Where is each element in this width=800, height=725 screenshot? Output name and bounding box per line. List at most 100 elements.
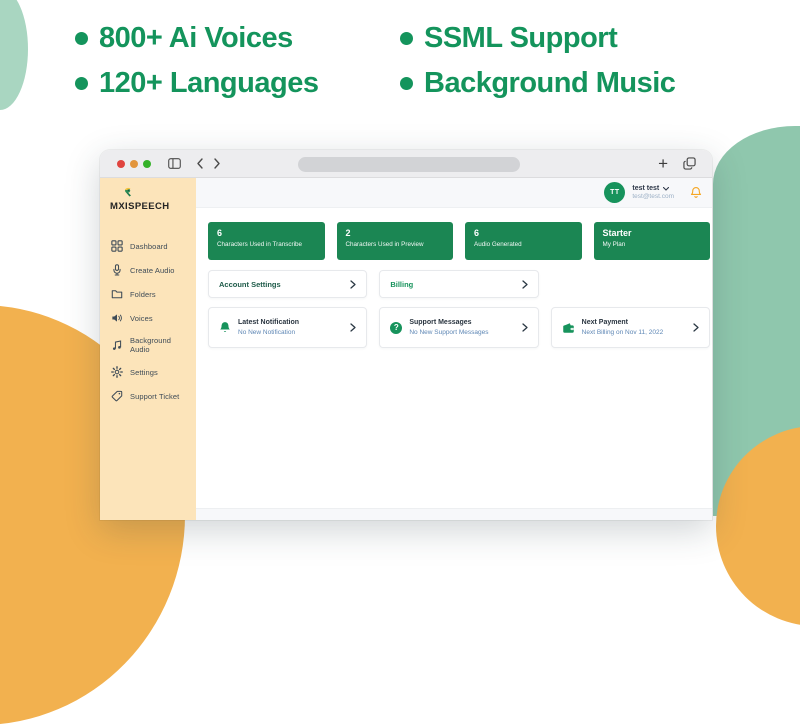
tab-overview-icon[interactable]	[683, 157, 696, 170]
sidebar-item-settings[interactable]: Settings	[100, 360, 196, 384]
chevron-right-icon	[350, 323, 356, 332]
content-bottom-strip	[196, 508, 712, 520]
stat-value: 6	[217, 228, 223, 238]
dashboard-content: 6 Characters Used in Transcribe 2 Charac…	[196, 208, 712, 520]
logo-text: MXISPEECH	[110, 201, 170, 212]
hero-feature: 120+ Languages	[75, 67, 400, 100]
user-menu[interactable]: test test test@test.com	[632, 185, 674, 200]
close-window-icon[interactable]	[117, 159, 125, 168]
sidebar-item-create-audio[interactable]: Create Audio	[100, 258, 196, 282]
chevron-right-icon	[350, 279, 356, 289]
sidebar-item-label: Folders	[130, 289, 156, 299]
forward-icon[interactable]	[213, 158, 221, 169]
quick-card-label: Billing	[390, 279, 414, 289]
avatar[interactable]: TT	[604, 182, 626, 203]
bullet-icon	[75, 32, 88, 45]
latest-notification-card[interactable]: Latest Notification No New Notification	[208, 307, 368, 348]
sidebar-item-label: Voices	[130, 313, 153, 323]
bullet-icon	[75, 77, 88, 90]
billing-card[interactable]: Billing	[379, 270, 539, 298]
stat-value: 2	[345, 228, 351, 238]
tag-icon	[111, 390, 123, 402]
user-email: test@test.com	[632, 193, 674, 200]
sidebar-toggle-icon[interactable]	[168, 158, 181, 169]
info-card-title: Support Messages	[409, 319, 472, 326]
stat-value: Starter	[602, 228, 632, 238]
microphone-icon	[111, 264, 123, 276]
sidebar-item-dashboard[interactable]: Dashboard	[100, 234, 196, 258]
music-note-icon	[111, 339, 123, 351]
minimize-window-icon[interactable]	[130, 159, 138, 168]
stats-row: 6 Characters Used in Transcribe 2 Charac…	[208, 222, 710, 260]
sidebar-item-support-ticket[interactable]: Support Ticket	[100, 384, 196, 408]
stat-label: Characters Used in Preview	[345, 241, 424, 248]
sidebar-item-label: Settings	[130, 367, 158, 377]
hero-feature-label: SSML Support	[424, 22, 618, 54]
stat-card-audio-generated[interactable]: 6 Audio Generated	[465, 222, 582, 260]
stat-label: Characters Used in Transcribe	[217, 241, 303, 248]
chevron-right-icon	[693, 323, 699, 332]
browser-window: + MXISPEECH Dashboard Create Audio Folde…	[100, 150, 712, 520]
traffic-lights	[117, 159, 151, 168]
hero-feature-list: 800+ Ai Voices SSML Support 120+ Languag…	[75, 22, 676, 100]
sidebar-menu: Dashboard Create Audio Folders Voices Ba…	[100, 234, 196, 408]
sidebar: MXISPEECH Dashboard Create Audio Folders…	[100, 178, 196, 520]
marketing-screenshot: { "hero": { "features": [ "800+ Ai Voice…	[0, 0, 800, 725]
mascot-icon	[122, 186, 135, 199]
sidebar-item-label: Background Audio	[130, 336, 172, 354]
hero-feature: 800+ Ai Voices	[75, 22, 400, 55]
hero-feature: SSML Support	[400, 22, 675, 55]
hero-feature-label: 800+ Ai Voices	[99, 22, 293, 54]
next-payment-card[interactable]: Next Payment Next Billing on Nov 11, 202…	[550, 307, 710, 348]
back-icon[interactable]	[196, 158, 204, 169]
hero-feature: Background Music	[400, 67, 676, 100]
wallet-icon	[562, 322, 575, 334]
stat-value: 6	[474, 228, 480, 238]
app-frame: MXISPEECH Dashboard Create Audio Folders…	[100, 178, 712, 520]
empty-grid-cell	[551, 270, 710, 298]
url-bar[interactable]	[298, 157, 520, 172]
new-tab-icon[interactable]: +	[658, 153, 668, 175]
chevron-right-icon	[522, 323, 528, 332]
sidebar-item-voices[interactable]: Voices	[100, 306, 196, 330]
decor-mint-blob	[0, 0, 28, 110]
sidebar-item-folders[interactable]: Folders	[100, 282, 196, 306]
account-settings-card[interactable]: Account Settings	[208, 270, 368, 298]
info-card-title: Latest Notification	[238, 319, 300, 326]
browser-titlebar: +	[100, 150, 712, 178]
sidebar-item-label: Support Ticket	[130, 391, 180, 401]
quick-links-row: Account Settings Billing	[208, 270, 710, 298]
app-logo[interactable]: MXISPEECH	[100, 184, 196, 226]
info-card-title: Next Payment	[581, 319, 628, 326]
user-name: test test	[632, 185, 660, 192]
chevron-right-icon	[522, 279, 528, 289]
app-header: TT test test test@test.com	[196, 178, 712, 208]
info-card-subtitle: Next Billing on Nov 11, 2022	[581, 329, 664, 336]
info-card-subtitle: No New Notification	[238, 329, 296, 336]
sidebar-item-label: Dashboard	[130, 241, 168, 251]
dashboard-icon	[111, 240, 123, 252]
chevron-down-icon	[663, 186, 670, 191]
question-icon: ?	[390, 321, 403, 334]
hero-feature-label: Background Music	[424, 67, 676, 99]
bullet-icon	[400, 32, 413, 45]
gear-icon	[111, 366, 123, 378]
hero-feature-label: 120+ Languages	[99, 67, 319, 99]
main-panel: TT test test test@test.com 6 Characters …	[196, 178, 712, 520]
speaker-icon	[111, 312, 123, 324]
info-card-subtitle: No New Support Messages	[409, 329, 489, 336]
quick-card-label: Account Settings	[219, 279, 281, 289]
stat-label: My Plan	[602, 241, 626, 248]
stat-label: Audio Generated	[474, 241, 522, 248]
sidebar-item-label: Create Audio	[130, 265, 175, 275]
info-cards-row: Latest Notification No New Notification …	[208, 307, 710, 348]
folder-icon	[111, 288, 123, 300]
stat-card-plan[interactable]: Starter My Plan	[593, 222, 710, 260]
maximize-window-icon[interactable]	[143, 159, 151, 168]
stat-card-transcribe[interactable]: 6 Characters Used in Transcribe	[208, 222, 325, 260]
sidebar-item-background-audio[interactable]: Background Audio	[100, 330, 196, 360]
stat-card-preview[interactable]: 2 Characters Used in Preview	[336, 222, 453, 260]
notifications-bell-icon[interactable]	[690, 186, 702, 199]
bell-icon	[219, 321, 231, 334]
support-messages-card[interactable]: ? Support Messages No New Support Messag…	[379, 307, 539, 348]
